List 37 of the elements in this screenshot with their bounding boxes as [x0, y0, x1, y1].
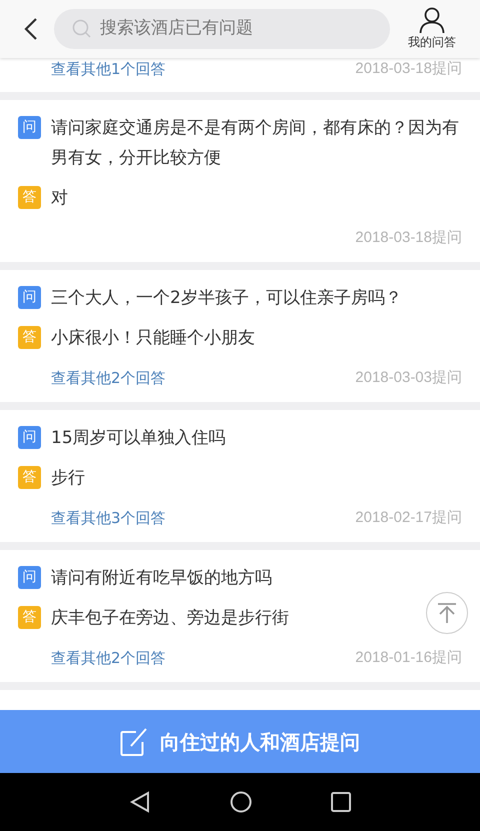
question-badge: 问: [18, 286, 41, 309]
question-date: 2018-03-18提问: [355, 58, 462, 79]
answer-text: 步行: [51, 467, 85, 490]
more-answers-link[interactable]: 查看其他1个回答: [51, 58, 166, 80]
question-date: 2018-01-16提问: [355, 648, 462, 668]
search-icon: [72, 19, 92, 39]
more-answers-link[interactable]: 查看其他2个回答: [51, 646, 166, 670]
ask-question-button[interactable]: 向住过的人和酒店提问: [0, 710, 480, 773]
question-date: 2018-02-17提问: [355, 508, 462, 528]
answer-text: 庆丰包子在旁边、旁边是步行街: [51, 607, 289, 630]
answer-badge: 答: [18, 326, 41, 349]
answer-text: 小床很小！只能睡个小朋友: [51, 327, 255, 350]
answer-badge: 答: [18, 466, 41, 489]
answer-text: 对: [51, 187, 68, 210]
question-text: 三个大人，一个2岁半孩子，可以住亲子房吗？: [51, 287, 402, 310]
more-answers-link[interactable]: 查看其他3个回答: [51, 506, 166, 530]
question-text: 15周岁可以单独入住吗: [51, 427, 226, 450]
home-circle-icon[interactable]: [230, 791, 252, 813]
back-icon[interactable]: [24, 17, 38, 41]
recents-square-icon[interactable]: [330, 792, 351, 812]
question-badge: 问: [18, 426, 41, 449]
answer-badge: 答: [18, 606, 41, 629]
question-badge: 问: [18, 566, 41, 589]
question-date: 2018-03-03提问: [355, 368, 462, 388]
back-triangle-icon[interactable]: [129, 791, 152, 813]
question-date: 2018-03-18提问: [355, 228, 462, 248]
arrow-up-icon: [436, 602, 458, 624]
search-input[interactable]: 搜索该酒店已有问题: [100, 16, 372, 42]
question-text: 请问家庭交通房是不是有两个房间，都有床的？因为有男有女，分开比较方便: [51, 117, 460, 170]
search-field[interactable]: 搜索该酒店已有问题: [54, 9, 390, 49]
question-text: 请问有附近有吃早饭的地方吗: [51, 567, 272, 590]
my-qa-label[interactable]: 我的问答: [408, 33, 456, 51]
question-badge: 问: [18, 116, 41, 139]
answer-badge: 答: [18, 186, 41, 209]
person-icon[interactable]: [419, 7, 445, 33]
edit-icon: [120, 726, 148, 756]
more-answers-link[interactable]: 查看其他2个回答: [51, 366, 166, 390]
